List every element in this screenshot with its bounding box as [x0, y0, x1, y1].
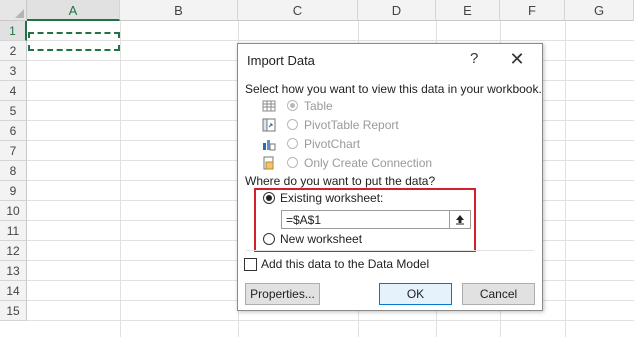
close-button[interactable]: ✕: [506, 49, 528, 69]
row-header-5[interactable]: 5: [0, 101, 27, 121]
location-prompt: Where do you want to put the data?: [245, 174, 436, 188]
collapse-dialog-button[interactable]: [449, 211, 470, 228]
row-header-14[interactable]: 14: [0, 281, 27, 301]
pivottable-label: PivotTable Report: [304, 118, 399, 132]
row-header-2[interactable]: 2: [0, 41, 27, 61]
row-header-15[interactable]: 15: [0, 301, 27, 321]
connection-icon: [263, 156, 274, 170]
column-header-c[interactable]: C: [238, 0, 358, 21]
row-header-6[interactable]: 6: [0, 121, 27, 141]
pivottable-icon: [262, 118, 276, 132]
column-header-a[interactable]: A: [27, 0, 120, 21]
separator: [246, 250, 534, 251]
row-header-4[interactable]: 4: [0, 81, 27, 101]
gridline: [27, 40, 634, 41]
row-header-3[interactable]: 3: [0, 61, 27, 81]
arrow-up-icon: [456, 214, 464, 225]
data-model-label: Add this data to the Data Model: [261, 257, 430, 271]
column-header-e[interactable]: E: [436, 0, 500, 21]
data-model-checkbox[interactable]: [244, 258, 257, 271]
cancel-button[interactable]: Cancel: [462, 283, 535, 305]
row-header-9[interactable]: 9: [0, 181, 27, 201]
properties-button[interactable]: Properties...: [245, 283, 320, 305]
pivotchart-icon: [263, 140, 276, 151]
connection-label: Only Create Connection: [304, 156, 433, 170]
table-icon: [262, 100, 276, 112]
pivotchart-radio[interactable]: [287, 138, 298, 149]
new-worksheet-radio[interactable]: [263, 233, 275, 245]
table-label: Table: [304, 99, 333, 113]
help-button[interactable]: ?: [470, 50, 478, 67]
column-header-f[interactable]: F: [500, 0, 565, 21]
existing-worksheet-radio[interactable]: [263, 192, 275, 204]
column-header-g[interactable]: G: [565, 0, 634, 21]
existing-worksheet-label: Existing worksheet:: [280, 191, 384, 205]
row-header-11[interactable]: 11: [0, 221, 27, 241]
pivottable-radio[interactable]: [287, 119, 298, 130]
cell-reference-input[interactable]: =$A$1: [281, 210, 471, 229]
selected-cell-a1[interactable]: [28, 32, 120, 51]
connection-radio[interactable]: [287, 157, 298, 168]
table-radio[interactable]: [287, 100, 298, 111]
row-header-1[interactable]: 1: [0, 21, 27, 41]
pivotchart-label: PivotChart: [304, 137, 361, 151]
new-worksheet-label: New worksheet: [280, 232, 363, 246]
column-header-d[interactable]: D: [358, 0, 436, 21]
row-header-8[interactable]: 8: [0, 161, 27, 181]
ok-button[interactable]: OK: [379, 283, 452, 305]
column-header-b[interactable]: B: [120, 0, 238, 21]
view-prompt: Select how you want to view this data in…: [245, 82, 542, 96]
row-header-13[interactable]: 13: [0, 261, 27, 281]
select-all-corner[interactable]: [0, 0, 27, 21]
row-header-10[interactable]: 10: [0, 201, 27, 221]
row-header-12[interactable]: 12: [0, 241, 27, 261]
gridline: [27, 320, 634, 321]
dialog-title: Import Data: [247, 53, 315, 68]
row-header-7[interactable]: 7: [0, 141, 27, 161]
import-data-dialog: Import Data ? ✕ Select how you want to v…: [237, 43, 543, 311]
